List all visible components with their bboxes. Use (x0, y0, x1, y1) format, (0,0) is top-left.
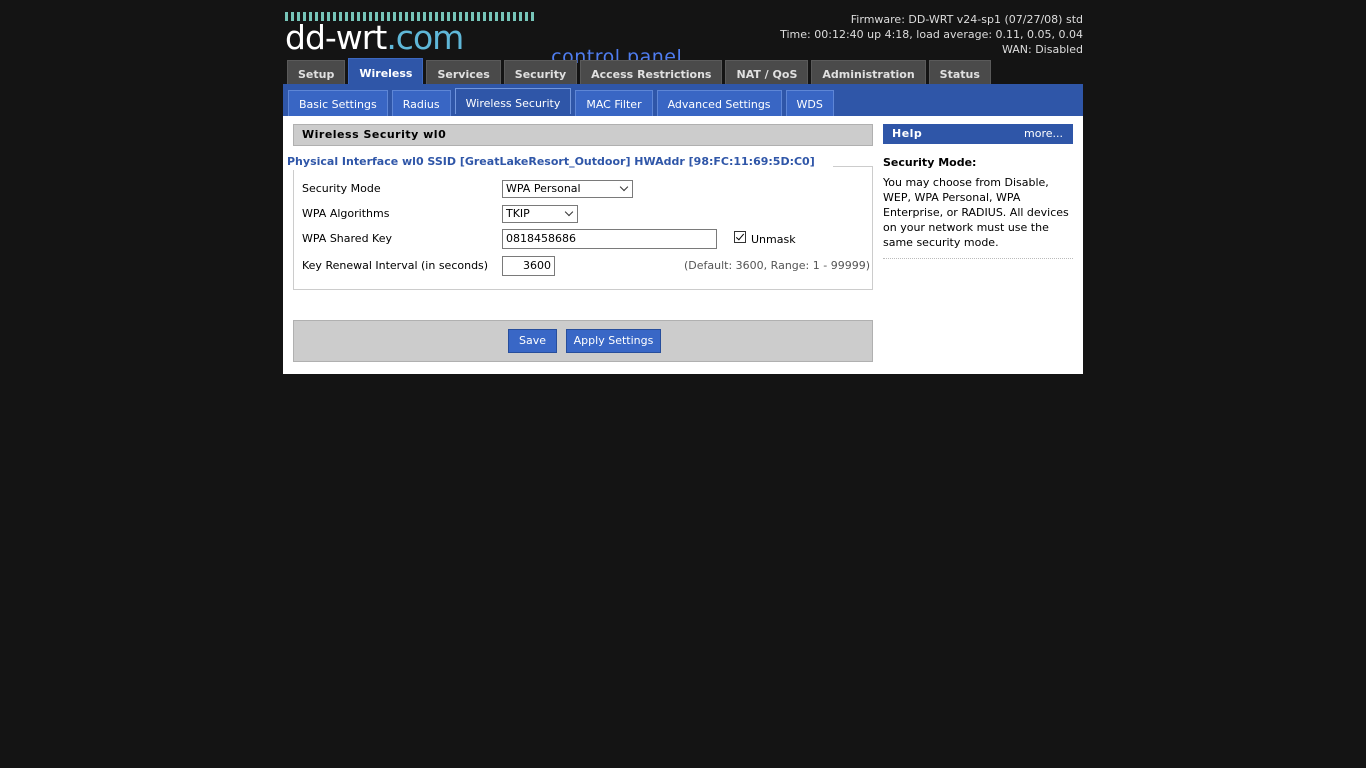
uptime-text: Time: 00:12:40 up 4:18, load average: 0.… (780, 28, 1083, 41)
help-heading: Security Mode: (883, 156, 977, 169)
subtab-wireless-security[interactable]: Wireless Security (454, 88, 572, 114)
help-header: Help more... (883, 124, 1073, 144)
tab-setup[interactable]: Setup (287, 60, 346, 84)
help-panel: Help more... Security Mode: You may choo… (883, 124, 1073, 259)
interface-legend: Physical Interface wl0 SSID [GreatLakeRe… (287, 154, 833, 170)
interface-fieldset: Security Mode WPA Personal WPA Algorithm… (293, 166, 873, 290)
subtab-wds[interactable]: WDS (785, 90, 834, 116)
main-tabs: Setup Wireless Services Security Access … (287, 58, 991, 84)
chevron-down-icon (619, 182, 629, 192)
save-button[interactable]: Save (508, 329, 557, 353)
main-content: Wireless Security wl0 Security Mode WPA … (287, 124, 873, 362)
key-renewal-label: Key Renewal Interval (in seconds) (302, 259, 489, 272)
tab-status[interactable]: Status (928, 60, 991, 84)
tab-security[interactable]: Security (503, 60, 578, 84)
unmask-label: Unmask (751, 233, 796, 246)
security-mode-label: Security Mode (302, 182, 381, 195)
help-text: You may choose from Disable, WEP, WPA Pe… (883, 175, 1073, 259)
wpa-algorithms-value: TKIP (506, 207, 530, 220)
help-more-link[interactable]: more... (1024, 124, 1063, 144)
unmask-checkbox[interactable] (734, 231, 746, 243)
tab-wireless[interactable]: Wireless (348, 58, 424, 84)
subtab-radius[interactable]: Radius (391, 90, 451, 116)
section-title: Wireless Security wl0 (293, 124, 873, 146)
tab-administration[interactable]: Administration (811, 60, 926, 84)
apply-settings-button[interactable]: Apply Settings (566, 329, 661, 353)
security-mode-value: WPA Personal (506, 182, 581, 195)
tab-access-restrictions[interactable]: Access Restrictions (580, 60, 723, 84)
subtab-basic-settings[interactable]: Basic Settings (288, 90, 388, 116)
shared-key-label: WPA Shared Key (302, 232, 392, 245)
wpa-algorithms-select[interactable]: TKIP (502, 205, 578, 223)
subtab-mac-filter[interactable]: MAC Filter (575, 90, 653, 116)
firmware-text: Firmware: DD-WRT v24-sp1 (07/27/08) std (850, 13, 1083, 26)
wpa-algorithms-label: WPA Algorithms (302, 207, 390, 220)
logo-text: dd-wrt.com (285, 18, 464, 57)
key-renewal-input[interactable]: 3600 (502, 256, 555, 276)
chevron-down-icon (564, 207, 574, 217)
button-bar: Save Apply Settings (293, 320, 873, 362)
logo-main: dd-wrt (285, 18, 387, 57)
content-panel: Wireless Security wl0 Security Mode WPA … (283, 116, 1083, 374)
shared-key-input[interactable]: 0818458686 (502, 229, 717, 249)
key-renewal-hint: (Default: 3600, Range: 1 - 99999) (684, 259, 870, 272)
wan-status: WAN: Disabled (1001, 43, 1083, 56)
security-mode-select[interactable]: WPA Personal (502, 180, 633, 198)
sub-navigation: Basic Settings Radius Wireless Security … (283, 84, 1083, 116)
ddwrt-logo: dd-wrt.com ... control panel (285, 12, 715, 68)
tab-nat-qos[interactable]: NAT / QoS (725, 60, 809, 84)
sub-tabs: Basic Settings Radius Wireless Security … (288, 88, 834, 116)
tab-services[interactable]: Services (426, 60, 501, 84)
help-title: Help (892, 127, 923, 140)
logo-com: .com (386, 18, 464, 57)
subtab-advanced-settings[interactable]: Advanced Settings (656, 90, 782, 116)
header-info: Firmware: DD-WRT v24-sp1 (07/27/08) std … (780, 12, 1083, 57)
